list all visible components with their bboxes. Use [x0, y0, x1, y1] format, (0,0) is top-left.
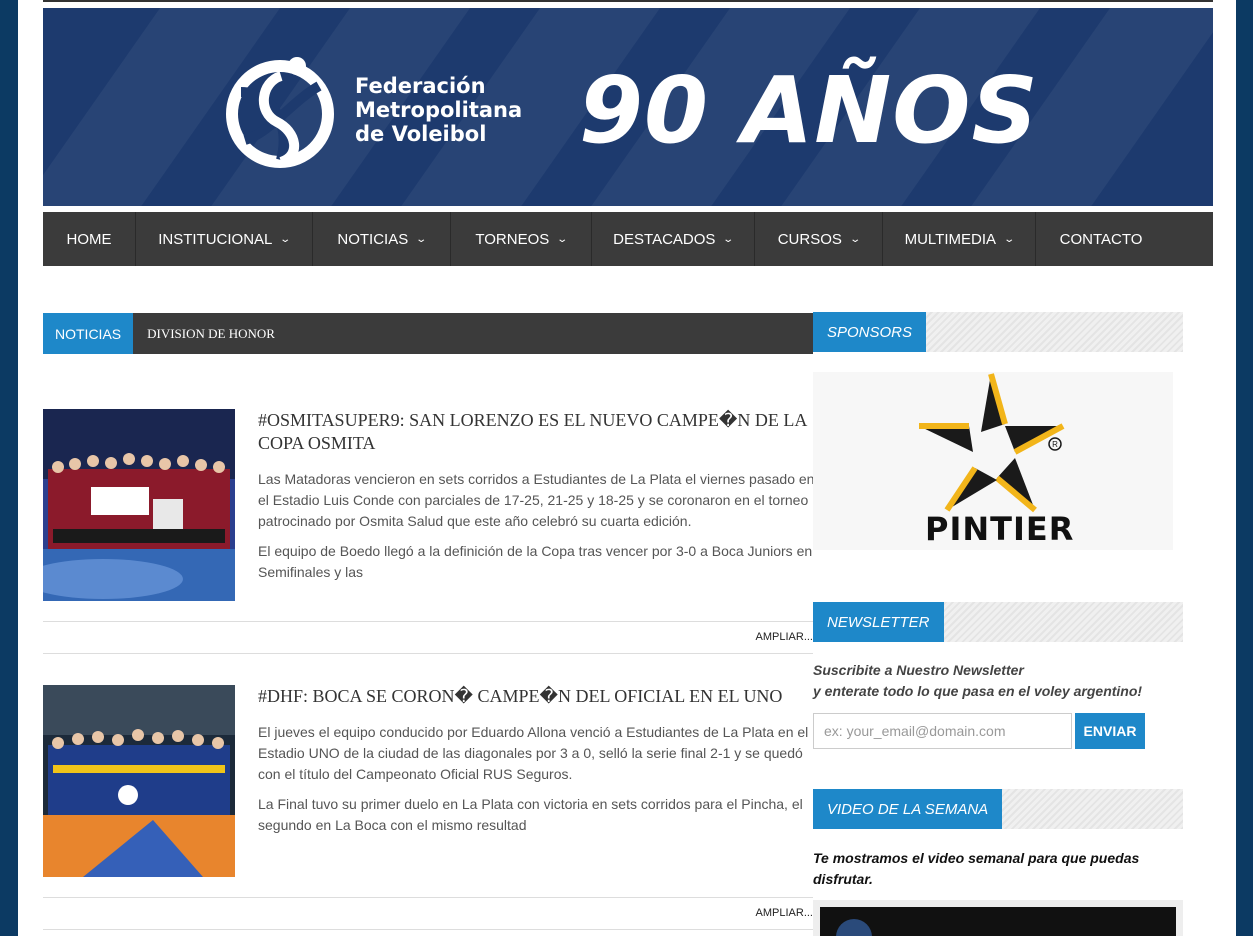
- article-excerpt: Las Matadoras vencieron en sets corridos…: [258, 471, 815, 580]
- chevron-down-icon: ⌄: [1003, 233, 1016, 245]
- nav-multimedia[interactable]: MULTIMEDIA ⌄: [883, 212, 1036, 266]
- nav-cursos[interactable]: CURSOS ⌄: [755, 212, 883, 266]
- divider: [43, 653, 813, 654]
- nav-home[interactable]: HOME: [43, 212, 136, 266]
- main-nav: HOME INSTITUCIONAL ⌄ NOTICIAS ⌄ TORNEOS ⌄ D…: [43, 212, 1213, 266]
- nav-destacados[interactable]: DESTACADOS ⌄: [592, 212, 755, 266]
- sponsors-widget: SPONSORS R PINTIER: [813, 312, 1183, 550]
- sponsor-banner[interactable]: R PINTIER: [813, 372, 1173, 550]
- sponsors-header: SPONSORS: [813, 312, 1183, 352]
- volleyball-logo-icon: [226, 57, 334, 168]
- page: Federación Metropolitana de Voleibol 90 …: [18, 0, 1236, 936]
- video-header: VIDEO DE LA SEMANA: [813, 789, 1183, 829]
- read-more-link[interactable]: AMPLIAR...: [756, 907, 813, 919]
- nav-contacto[interactable]: CONTACTO: [1036, 212, 1166, 266]
- news-ticker-bar: NOTICIAS DIVISION DE HONOR: [43, 313, 813, 354]
- federation-name: Federación Metropolitana de Voleibol: [355, 74, 523, 146]
- news-tag[interactable]: NOTICIAS: [43, 313, 134, 354]
- nav-torneos[interactable]: TORNEOS ⌄: [451, 212, 592, 266]
- chevron-down-icon: ⌄: [849, 233, 861, 245]
- nav-institucional[interactable]: INSTITUCIONAL ⌄: [136, 212, 313, 266]
- article-excerpt: El jueves el equipo conducido por Eduard…: [258, 724, 809, 833]
- video-description: Te mostramos el video semanal para que p…: [813, 850, 1140, 887]
- send-button[interactable]: ENVIAR: [1075, 713, 1145, 749]
- newsletter-description: Suscribite a Nuestro Newsletter y entera…: [813, 662, 1143, 699]
- article-title[interactable]: #DHF: BOCA SE CORON� CAMPE�N DEL OFICIAL…: [258, 685, 813, 708]
- email-field[interactable]: [813, 713, 1072, 749]
- article-title[interactable]: #OSMITASUPER9: SAN LORENZO ES EL NUEVO C…: [258, 409, 813, 455]
- newsletter-header: NEWSLETTER: [813, 602, 1183, 642]
- channel-avatar-icon: [836, 919, 872, 936]
- chevron-down-icon: ⌄: [279, 233, 292, 245]
- article-thumbnail[interactable]: [43, 685, 235, 877]
- newsletter-form: ENVIAR: [813, 713, 1183, 749]
- video-widget: VIDEO DE LA SEMANA Te mostramos el video…: [813, 789, 1183, 936]
- chevron-down-icon: ⌄: [722, 233, 735, 245]
- article-thumbnail[interactable]: [43, 409, 235, 601]
- top-rule: [43, 0, 1213, 2]
- chevron-down-icon: ⌄: [415, 233, 428, 245]
- svg-text:R: R: [1052, 440, 1058, 449]
- news-ticker-text[interactable]: DIVISION DE HONOR: [147, 326, 275, 342]
- newsletter-widget: NEWSLETTER Suscribite a Nuestro Newslett…: [813, 602, 1183, 749]
- video-player[interactable]: [813, 900, 1183, 936]
- anniversary-title: 90 AÑOS: [579, 57, 1039, 164]
- divider: [43, 621, 813, 622]
- sponsor-name: PINTIER: [925, 510, 1075, 548]
- divider: [43, 929, 813, 930]
- chevron-down-icon: ⌄: [556, 233, 569, 245]
- divider: [43, 897, 813, 898]
- read-more-link[interactable]: AMPLIAR...: [756, 631, 813, 643]
- header-banner[interactable]: Federación Metropolitana de Voleibol 90 …: [43, 8, 1213, 206]
- nav-noticias[interactable]: NOTICIAS ⌄: [313, 212, 451, 266]
